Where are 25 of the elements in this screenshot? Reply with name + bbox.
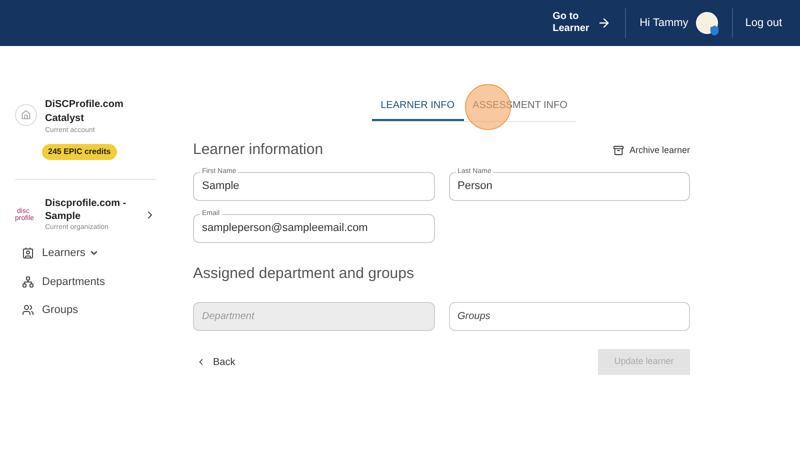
- tab[interactable]: LEARNER INFO: [372, 98, 464, 121]
- section-title: Learner information: [193, 140, 324, 160]
- nav-item[interactable]: Learners: [42, 245, 100, 262]
- nav-icon: [22, 276, 34, 288]
- field-value: Person: [458, 178, 492, 194]
- avatar[interactable]: [696, 12, 718, 34]
- go-to-learner-link[interactable]: Go to Learner: [552, 11, 589, 35]
- greeting: Hi Tammy: [640, 16, 688, 31]
- home-icon: [21, 110, 31, 120]
- archive-icon: [613, 144, 624, 156]
- nav-item[interactable]: Departments: [42, 274, 105, 290]
- archive-learner-link[interactable]: Archive learner: [613, 144, 690, 157]
- nav-item[interactable]: Groups: [42, 302, 78, 318]
- back-link[interactable]: Back: [193, 354, 236, 370]
- shield-icon: [709, 25, 720, 36]
- field-value: Sample: [202, 178, 240, 194]
- field-value: sampleperson@sampleemail.com: [202, 220, 368, 236]
- organization-name: Discprofile.com - Sample: [45, 196, 128, 222]
- nav-icon: [22, 247, 34, 260]
- nav-icon: [22, 304, 34, 316]
- logout-link[interactable]: Log out: [745, 14, 782, 32]
- section-title: Assigned department and groups: [193, 264, 415, 284]
- credits-badge: 245 EPIC credits: [42, 144, 117, 160]
- select-field[interactable]: Groups: [448, 302, 690, 331]
- account-name: DiSCProfile.com Catalyst: [45, 98, 124, 126]
